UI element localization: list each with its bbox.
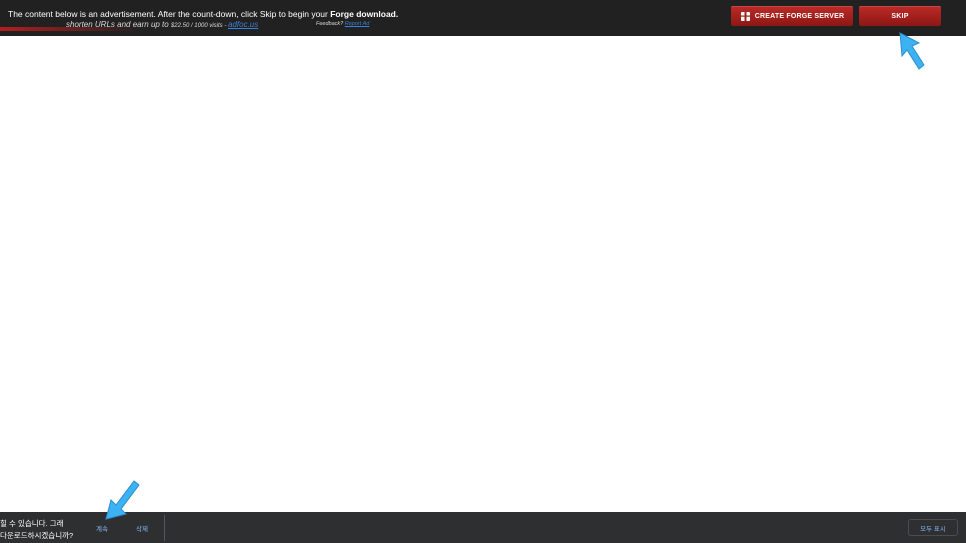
promo-text: shorten URLs and earn up to $22.50 / 100… (66, 20, 258, 29)
continue-label: 계속 (96, 526, 108, 533)
download-warning-line1: 힐 수 있습니다. 그래 (0, 519, 64, 528)
skip-button[interactable]: SKIP (859, 6, 941, 26)
promo-rate: $22.50 / 1000 visits (170, 23, 223, 29)
create-forge-server-label: CREATE FORGE SERVER (754, 12, 845, 20)
feedback-label: Feedback? (316, 21, 345, 27)
adfocus-link[interactable]: adfoc.us (228, 20, 258, 29)
ad-top-bar: The content below is an advertisement. A… (0, 0, 966, 36)
arrow-pointer-icon (102, 476, 144, 522)
report-ad-link[interactable]: Report Ad (345, 21, 370, 27)
delete-button[interactable]: 삭제 (126, 520, 158, 536)
divider (164, 515, 165, 541)
ad-notice-text: The content below is an advertisement. A… (8, 9, 398, 19)
promo-lead: shorten URLs and earn up to (66, 20, 171, 29)
arrow-pointer-icon (893, 29, 929, 73)
continue-button[interactable]: 계속 (86, 520, 118, 536)
feedback-text: Feedback? Report Ad (316, 21, 369, 27)
show-all-label: 모두 표시 (920, 525, 946, 533)
create-forge-server-button[interactable]: CREATE FORGE SERVER (731, 6, 853, 26)
server-icon (740, 11, 751, 22)
skip-label: SKIP (891, 12, 909, 20)
ad-notice-prefix: The content below is an advertisement. A… (8, 9, 331, 19)
ad-notice-bold: Forge download. (330, 9, 399, 19)
show-all-button[interactable]: 모두 표시 (908, 519, 958, 536)
delete-label: 삭제 (136, 526, 148, 533)
download-warning-line2: 다운로드하시겠습니까? (0, 531, 74, 540)
